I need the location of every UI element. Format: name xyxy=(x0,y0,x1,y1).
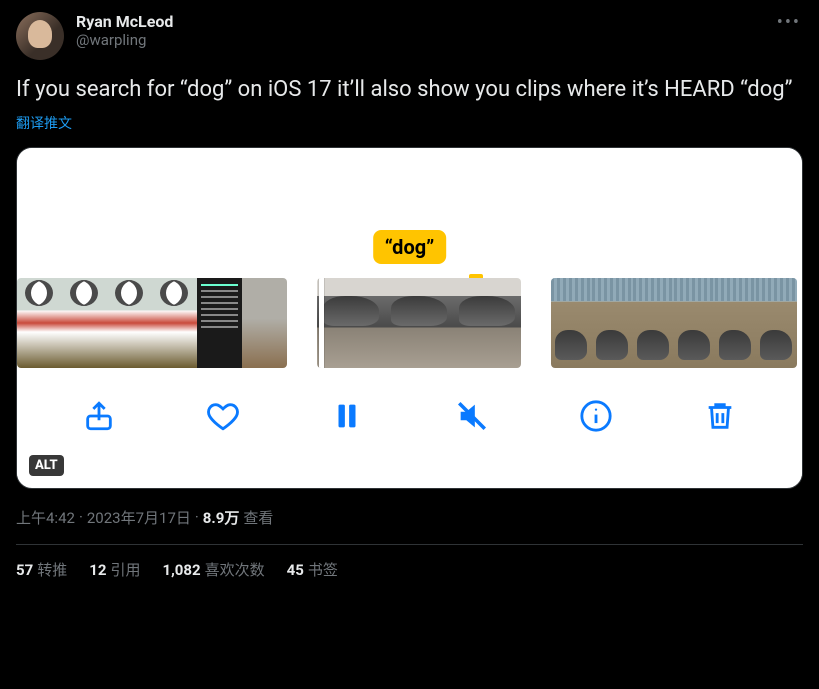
video-frame xyxy=(107,278,152,368)
views-count: 8.9万 xyxy=(203,507,240,528)
tweet-container: ••• Ryan McLeod @warpling If you search … xyxy=(0,0,819,592)
video-frame xyxy=(385,278,453,368)
video-frame xyxy=(62,278,107,368)
video-scrubber[interactable] xyxy=(17,278,802,368)
bookmarks-stat[interactable]: 45书签 xyxy=(287,559,338,580)
video-frame xyxy=(551,278,592,368)
retweets-stat[interactable]: 57转推 xyxy=(16,559,67,580)
video-frame xyxy=(453,278,521,368)
media-toolbar xyxy=(17,368,802,476)
quotes-stat[interactable]: 12引用 xyxy=(89,559,140,580)
video-frame xyxy=(242,278,287,368)
avatar[interactable] xyxy=(16,12,64,60)
clip-thumbnail-group[interactable] xyxy=(17,278,287,368)
video-frame xyxy=(317,278,385,368)
video-frame xyxy=(197,278,242,368)
author-display-name: Ryan McLeod xyxy=(76,12,173,31)
translate-link[interactable]: 翻译推文 xyxy=(16,113,72,133)
pause-icon[interactable] xyxy=(327,396,367,436)
video-frame xyxy=(17,278,62,368)
clip-thumbnail-group[interactable] xyxy=(551,278,797,368)
media-card[interactable]: “dog” xyxy=(16,147,803,489)
mute-icon[interactable] xyxy=(452,396,492,436)
views-label: 查看 xyxy=(243,507,273,528)
info-icon[interactable] xyxy=(576,396,616,436)
video-frame xyxy=(715,278,756,368)
more-options-icon[interactable]: ••• xyxy=(777,12,801,33)
divider xyxy=(16,544,803,545)
tweet-header: Ryan McLeod @warpling xyxy=(16,12,803,60)
heart-icon[interactable] xyxy=(203,396,243,436)
video-frame xyxy=(152,278,197,368)
engagement-stats: 57转推 12引用 1,082喜欢次数 45书签 xyxy=(16,559,803,580)
tweet-time[interactable]: 上午4:42 xyxy=(16,507,75,528)
media-preview-area: “dog” xyxy=(17,148,802,278)
video-frame xyxy=(592,278,633,368)
clip-thumbnail-group-active[interactable] xyxy=(317,278,521,368)
alt-text-badge[interactable]: ALT xyxy=(29,455,64,476)
likes-stat[interactable]: 1,082喜欢次数 xyxy=(162,559,264,580)
tweet-text: If you search for “dog” on iOS 17 it’ll … xyxy=(16,76,803,105)
tweet-date[interactable]: 2023年7月17日 xyxy=(87,507,191,528)
video-frame xyxy=(756,278,797,368)
caption-tag: “dog” xyxy=(373,230,447,264)
video-frame xyxy=(633,278,674,368)
author-handle: @warpling xyxy=(76,31,173,49)
tweet-metadata: 上午4:42 · 2023年7月17日 · 8.9万 查看 xyxy=(16,507,803,528)
share-icon[interactable] xyxy=(79,396,119,436)
video-frame xyxy=(674,278,715,368)
author-names[interactable]: Ryan McLeod @warpling xyxy=(76,12,173,49)
trash-icon[interactable] xyxy=(700,396,740,436)
